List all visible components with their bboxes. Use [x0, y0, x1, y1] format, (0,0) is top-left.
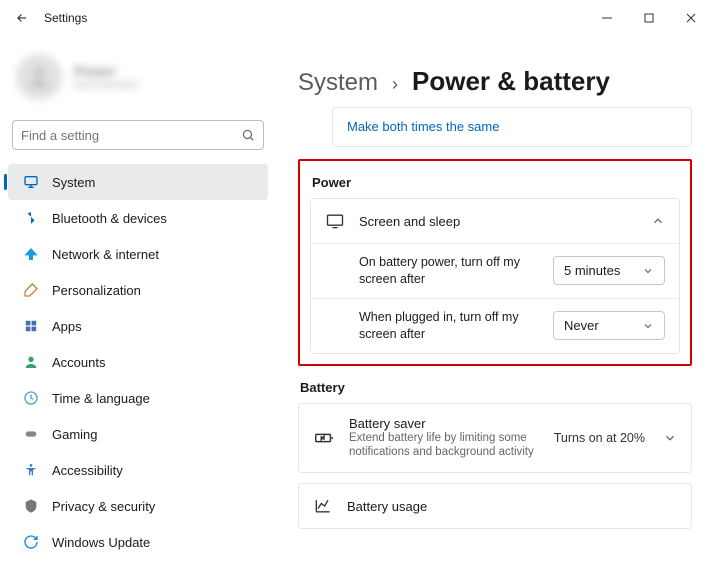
breadcrumb: System › Power & battery [298, 66, 692, 97]
person-icon [22, 353, 40, 371]
battery-saver-card[interactable]: Battery saver Extend battery life by lim… [298, 403, 692, 474]
chevron-down-icon [642, 320, 654, 332]
nav-list: System Bluetooth & devices Network & int… [4, 160, 272, 564]
sidebar-item-label: Privacy & security [52, 499, 155, 514]
on-battery-dropdown[interactable]: 5 minutes [553, 256, 665, 285]
sidebar-item-privacy[interactable]: Privacy & security [8, 488, 268, 524]
battery-saver-sub: Extend battery life by limiting some not… [349, 431, 539, 461]
sidebar-item-label: Windows Update [52, 535, 150, 550]
screen-sleep-header[interactable]: Screen and sleep [311, 199, 679, 243]
sidebar-item-accounts[interactable]: Accounts [8, 344, 268, 380]
profile-sub: Administrator [74, 79, 139, 91]
back-button[interactable] [8, 4, 36, 32]
sidebar-item-label: Accessibility [52, 463, 123, 478]
breadcrumb-separator: › [392, 74, 398, 95]
battery-saver-status: Turns on at 20% [554, 431, 645, 445]
profile-block[interactable]: Power Administrator [4, 44, 272, 120]
titlebar: Settings [0, 0, 720, 36]
profile-name: Power [74, 63, 139, 79]
person-icon [26, 64, 52, 90]
bluetooth-icon [22, 209, 40, 227]
on-battery-row: On battery power, turn off my screen aft… [311, 243, 679, 298]
sidebar-item-apps[interactable]: Apps [8, 308, 268, 344]
plugged-in-dropdown[interactable]: Never [553, 311, 665, 340]
maximize-button[interactable] [628, 4, 670, 32]
on-battery-value: 5 minutes [564, 263, 620, 278]
avatar [16, 54, 62, 100]
wifi-icon [22, 245, 40, 263]
same-times-link[interactable]: Make both times the same [347, 119, 499, 134]
sidebar-item-gaming[interactable]: Gaming [8, 416, 268, 452]
chart-icon [313, 496, 333, 516]
sidebar-item-network[interactable]: Network & internet [8, 236, 268, 272]
sidebar-item-label: Personalization [52, 283, 141, 298]
battery-saver-title: Battery saver [349, 416, 540, 431]
chevron-down-icon [642, 265, 654, 277]
sidebar-item-label: Network & internet [52, 247, 159, 262]
chevron-up-icon [651, 214, 665, 228]
on-battery-label: On battery power, turn off my screen aft… [359, 254, 539, 288]
close-button[interactable] [670, 4, 712, 32]
clock-globe-icon [22, 389, 40, 407]
battery-usage-card[interactable]: Battery usage [298, 483, 692, 529]
main-panel: System › Power & battery Make both times… [280, 36, 720, 569]
plugged-in-value: Never [564, 318, 599, 333]
battery-usage-title: Battery usage [347, 499, 677, 514]
sidebar-item-time-language[interactable]: Time & language [8, 380, 268, 416]
close-icon [686, 13, 696, 23]
power-section-title: Power [312, 175, 678, 190]
plugged-in-row: When plugged in, turn off my screen afte… [311, 298, 679, 353]
shield-icon [22, 497, 40, 515]
power-section-highlight: Power Screen and sleep On battery power,… [298, 159, 692, 366]
battery-saver-icon [313, 427, 335, 449]
battery-section: Battery Battery saver Extend battery lif… [298, 380, 692, 530]
brush-icon [22, 281, 40, 299]
sidebar-item-system[interactable]: System [8, 164, 268, 200]
sidebar-item-label: Time & language [52, 391, 150, 406]
search-input[interactable] [21, 128, 241, 143]
search-icon [241, 128, 255, 142]
hint-card: Make both times the same [332, 107, 692, 147]
search-box[interactable] [12, 120, 264, 150]
minimize-icon [602, 13, 612, 23]
sidebar-item-accessibility[interactable]: Accessibility [8, 452, 268, 488]
sidebar-item-label: Bluetooth & devices [52, 211, 167, 226]
apps-icon [22, 317, 40, 335]
sidebar-item-label: Apps [52, 319, 82, 334]
breadcrumb-parent[interactable]: System [298, 69, 378, 97]
sidebar-item-label: Gaming [52, 427, 98, 442]
window-controls [586, 4, 712, 32]
sidebar-item-personalization[interactable]: Personalization [8, 272, 268, 308]
accessibility-icon [22, 461, 40, 479]
plugged-in-label: When plugged in, turn off my screen afte… [359, 309, 539, 343]
system-icon [22, 173, 40, 191]
maximize-icon [644, 13, 654, 23]
app-title: Settings [44, 11, 87, 25]
screen-sleep-card: Screen and sleep On battery power, turn … [310, 198, 680, 354]
sidebar: Power Administrator System Bluetooth & d… [0, 36, 280, 569]
page-title: Power & battery [412, 66, 610, 97]
update-icon [22, 533, 40, 551]
sidebar-item-bluetooth[interactable]: Bluetooth & devices [8, 200, 268, 236]
chevron-down-icon [663, 431, 677, 445]
minimize-button[interactable] [586, 4, 628, 32]
gamepad-icon [22, 425, 40, 443]
screen-sleep-title: Screen and sleep [359, 214, 637, 229]
monitor-icon [325, 211, 345, 231]
arrow-left-icon [15, 11, 29, 25]
sidebar-item-windows-update[interactable]: Windows Update [8, 524, 268, 560]
battery-section-title: Battery [300, 380, 690, 395]
sidebar-item-label: System [52, 175, 95, 190]
sidebar-item-label: Accounts [52, 355, 105, 370]
